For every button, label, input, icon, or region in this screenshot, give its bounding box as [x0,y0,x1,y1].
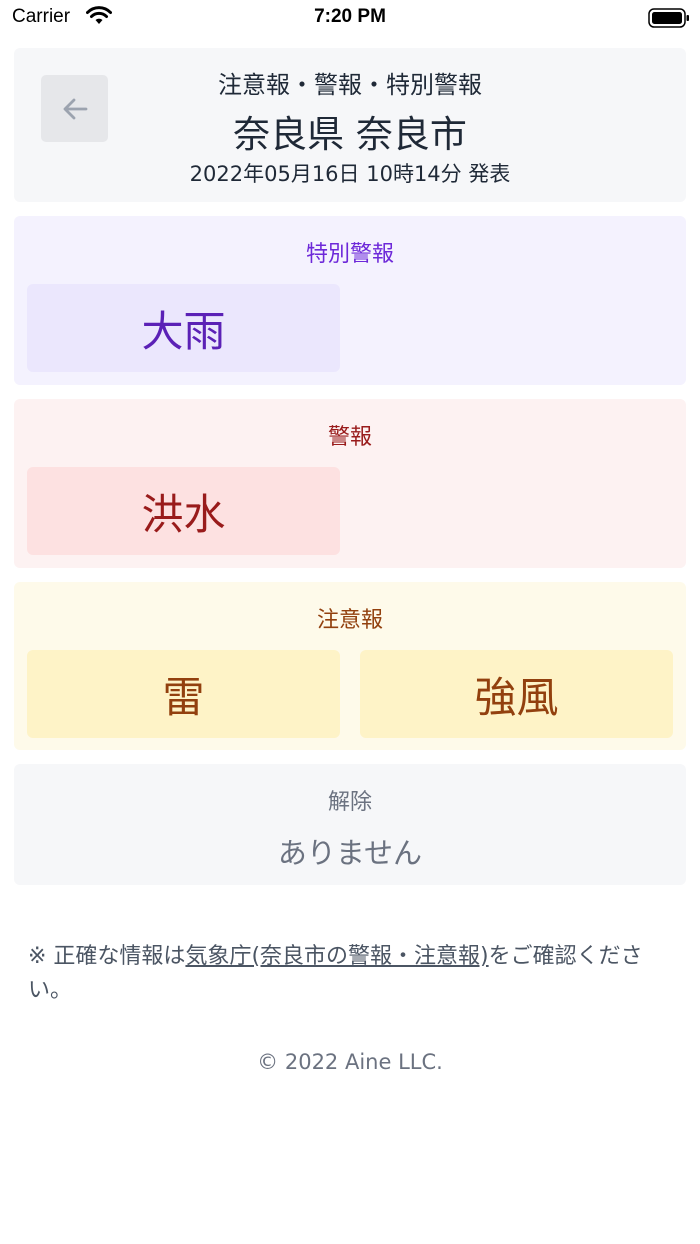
note-prefix: ※ 正確な情報は [28,944,186,969]
advisory-item: 雷 [27,650,340,738]
warning-label: 警報 [327,425,372,450]
jma-link[interactable]: 気象庁(奈良市の警報・注意報) [185,944,488,969]
clock: 7:20 PM [314,6,386,27]
advisory-label: 注意報 [316,608,383,633]
advisory-section: 注意報 雷 強風 [14,582,686,750]
battery-icon [648,8,690,34]
header-card: 注意報・警報・特別警報 奈良県 奈良市 2022年05月16日 10時14分 発… [14,48,686,202]
warning-item: 洪水 [27,467,340,555]
cleared-section: 解除 ありません [14,764,686,885]
cleared-label: 解除 [327,790,372,815]
special-warning-label: 特別警報 [305,242,394,267]
cleared-none-text: ありません [277,836,423,870]
header-subtitle: 注意報・警報・特別警報 [218,71,482,99]
issued-timestamp: 2022年05月16日 10時14分 発表 [189,162,511,186]
copyright: © 2022 Aine LLC. [257,1050,443,1074]
special-warning-item: 大雨 [27,284,340,372]
advisory-item: 強風 [360,650,673,738]
special-warning-section: 特別警報 大雨 [14,216,686,385]
page-title: 奈良県 奈良市 [233,113,467,156]
status-bar: Carrier 7:20 PM [0,0,700,36]
warning-section: 警報 洪水 [14,399,686,568]
disclaimer-note: ※ 正確な情報は気象庁(奈良市の警報・注意報)をご確認ください。 [28,940,678,1008]
